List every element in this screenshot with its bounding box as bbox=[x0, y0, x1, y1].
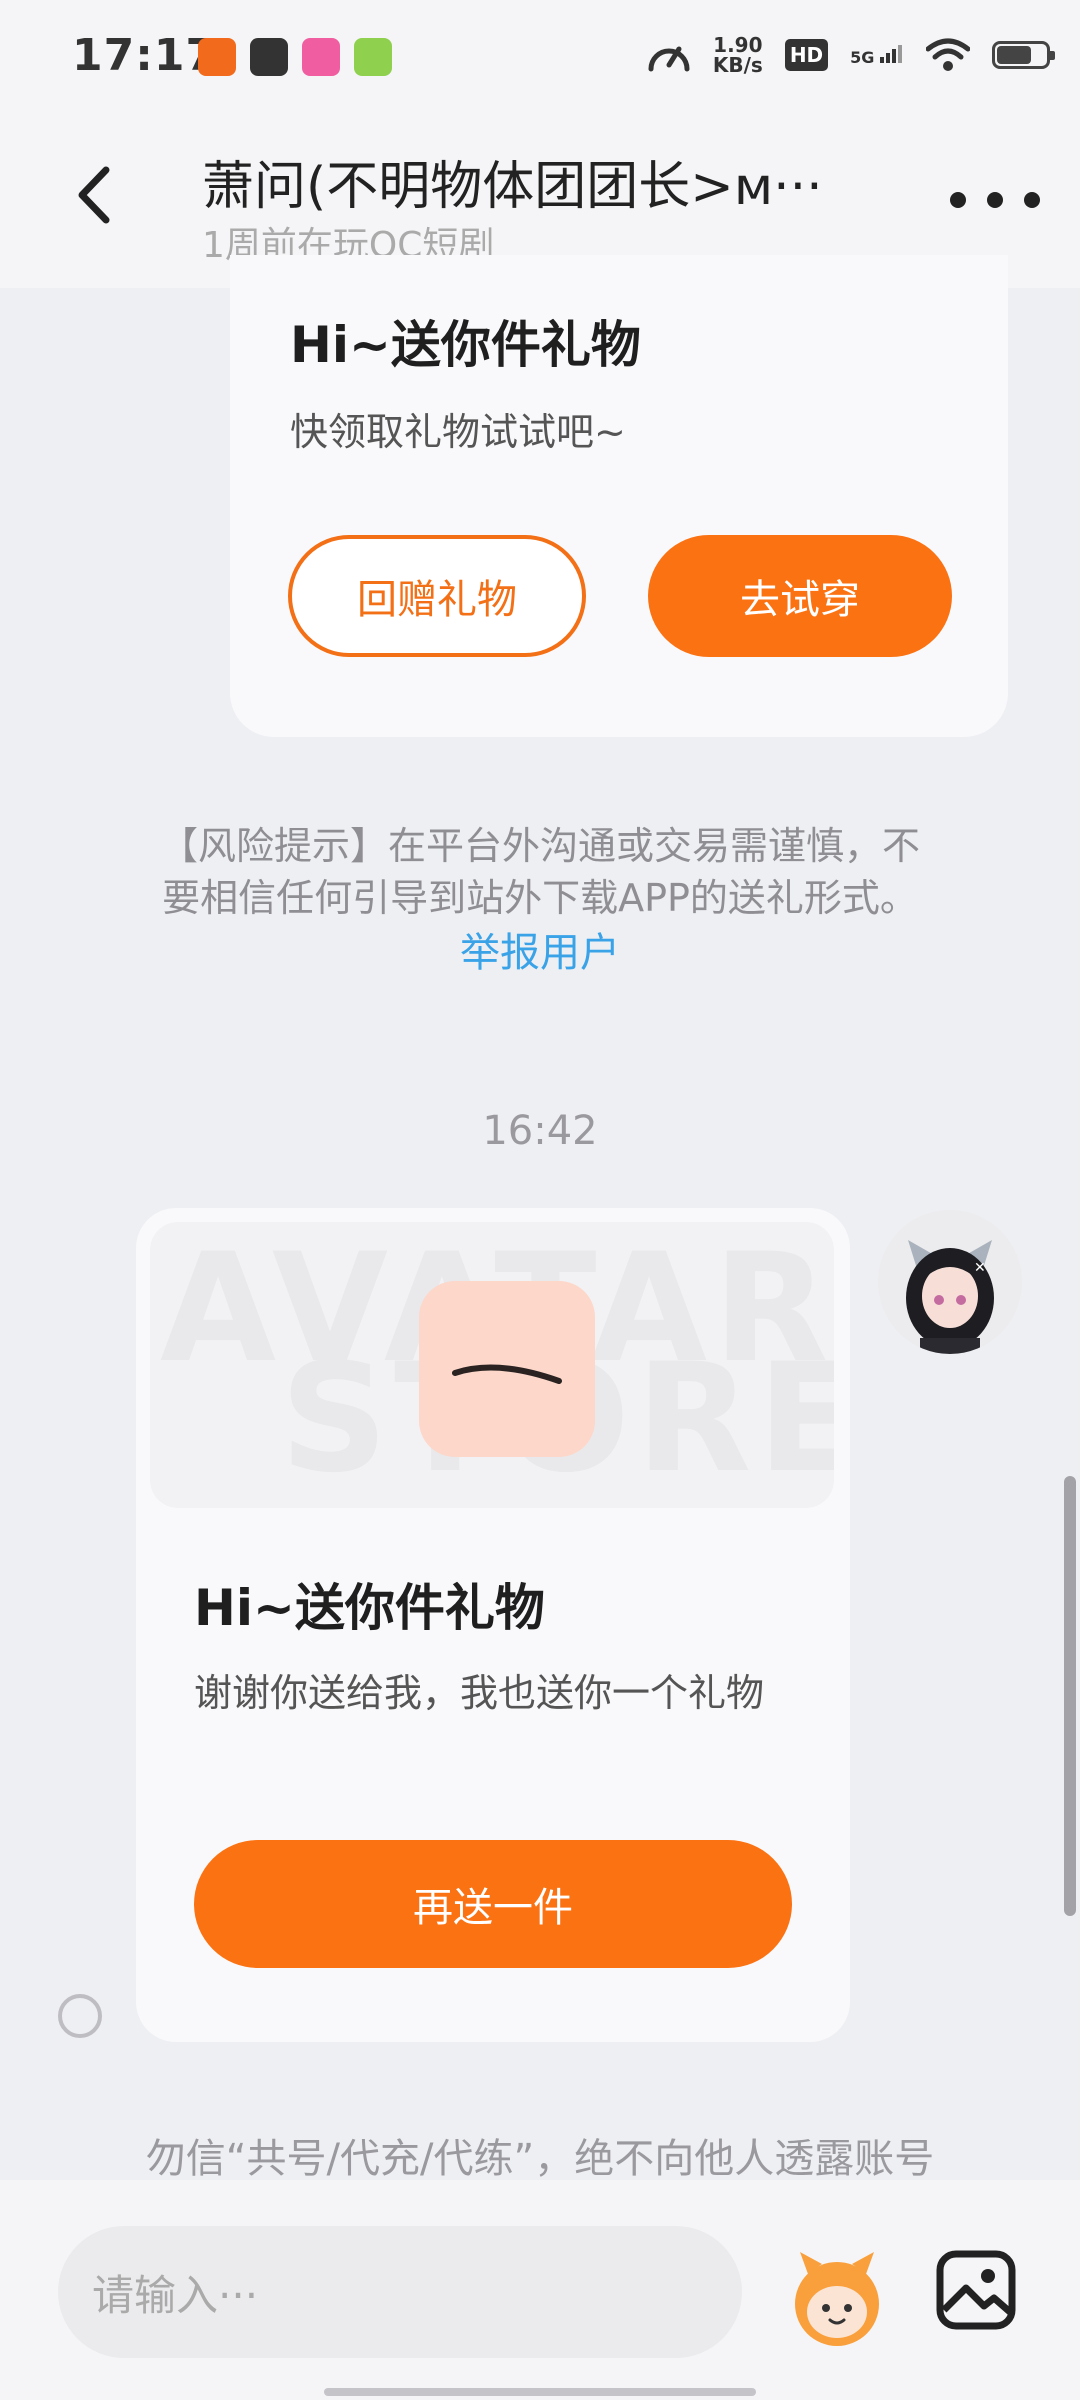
hd-badge: HD bbox=[784, 39, 829, 71]
gift-card-title: Hi~送你件礼物 bbox=[290, 316, 641, 374]
composer-bar: 请输入··· bbox=[0, 2180, 1080, 2400]
risk-notice-line2: 要相信任何引导到站外下载APP的送礼形式。 bbox=[162, 876, 918, 920]
message-input[interactable]: 请输入··· bbox=[58, 2226, 742, 2358]
network-type: 5G bbox=[850, 48, 875, 67]
status-time: 17:17 bbox=[72, 30, 218, 81]
wifi-icon bbox=[926, 38, 970, 71]
scrollbar[interactable] bbox=[1064, 1476, 1076, 1916]
back-arrow-icon[interactable] bbox=[62, 160, 132, 230]
gift-card-2-message: 谢谢你送给我，我也送你一个礼物 bbox=[194, 1671, 765, 1715]
message-select-radio[interactable] bbox=[58, 1994, 102, 2038]
video-app-icon bbox=[302, 38, 340, 76]
game-app-icon bbox=[354, 38, 392, 76]
eyebrow-icon bbox=[452, 1364, 562, 1384]
svg-text:✕: ✕ bbox=[974, 1260, 986, 1276]
tiktok-icon bbox=[250, 38, 288, 76]
send-again-button[interactable]: 再送一件 bbox=[194, 1840, 792, 1968]
home-indicator[interactable] bbox=[324, 2388, 756, 2396]
gift-item-thumbnail bbox=[419, 1281, 595, 1457]
gift-card-2-title: Hi~送你件礼物 bbox=[194, 1579, 545, 1637]
gift-card-subtitle: 快领取礼物试试吧~ bbox=[290, 410, 626, 454]
risk-notice: 【风险提示】在平台外沟通或交易需谨慎，不 要相信任何引导到站外下载APP的送礼形… bbox=[100, 820, 980, 924]
anime-girl-avatar-icon: ✕ bbox=[878, 1210, 1022, 1354]
signal-icon bbox=[880, 45, 902, 63]
signal-5g: 5G bbox=[850, 43, 904, 67]
gift-preview[interactable]: AVATAR STORE bbox=[150, 1222, 834, 1508]
risk-notice-line1: 【风险提示】在平台外沟通或交易需谨慎，不 bbox=[159, 824, 920, 868]
network-speed-value: 1.90 bbox=[713, 33, 763, 57]
233-app-icon bbox=[198, 38, 236, 76]
try-on-button[interactable]: 去试穿 bbox=[648, 535, 952, 657]
avatar[interactable]: ✕ bbox=[878, 1210, 1022, 1354]
emoji-mascot-icon[interactable] bbox=[784, 2248, 890, 2352]
status-bar: 17:17 1.90 KB/s HD 5G bbox=[0, 0, 1080, 110]
chat-title: 萧问(不明物体团团长>м··· bbox=[202, 157, 823, 217]
speedometer-icon bbox=[648, 46, 690, 72]
network-speed-unit: KB/s bbox=[712, 53, 763, 77]
image-icon[interactable] bbox=[934, 2248, 1018, 2332]
security-notice: 勿信“共号/代充/代练”，绝不向他人透露账号 bbox=[145, 2136, 935, 2182]
network-speed: 1.90 KB/s bbox=[713, 35, 763, 75]
gift-message-card: Hi~送你件礼物 快领取礼物试试吧~ 回赠礼物 去试穿 bbox=[230, 255, 1008, 737]
report-user-link[interactable]: 举报用户 bbox=[0, 920, 1080, 978]
more-options-icon[interactable] bbox=[950, 170, 1040, 230]
battery-icon bbox=[992, 41, 1055, 69]
message-timestamp: 16:42 bbox=[482, 1108, 598, 1154]
status-indicators: 1.90 KB/s HD 5G bbox=[647, 30, 1055, 80]
gift-message-card-2: AVATAR STORE Hi~送你件礼物 谢谢你送给我，我也送你一个礼物 再送… bbox=[136, 1208, 850, 2042]
return-gift-button[interactable]: 回赠礼物 bbox=[288, 535, 586, 657]
